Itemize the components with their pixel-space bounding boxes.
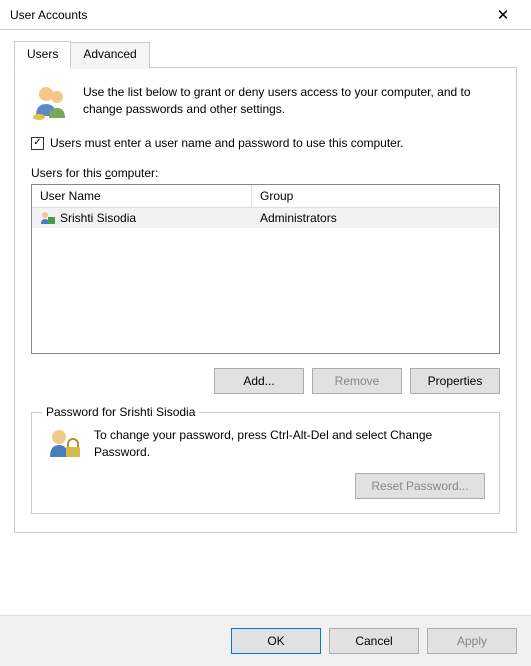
intro-text: Use the list below to grant or deny user… — [83, 82, 500, 122]
users-icon — [31, 82, 71, 122]
intro-row: Use the list below to grant or deny user… — [31, 82, 500, 122]
password-text: To change your password, press Ctrl-Alt-… — [94, 427, 485, 461]
ok-button[interactable]: OK — [231, 628, 321, 654]
tab-panel-users: Use the list below to grant or deny user… — [14, 68, 517, 533]
tab-users[interactable]: Users — [14, 41, 71, 68]
properties-button[interactable]: Properties — [410, 368, 500, 394]
reset-password-button[interactable]: Reset Password... — [355, 473, 485, 499]
listview-header: User Name Group — [32, 185, 499, 208]
password-row: To change your password, press Ctrl-Alt-… — [46, 427, 485, 463]
user-buttons-row: Add... Remove Properties — [31, 368, 500, 394]
apply-button[interactable]: Apply — [427, 628, 517, 654]
password-groupbox: Password for Srishti Sisodia To change y… — [31, 412, 500, 514]
window-title: User Accounts — [10, 8, 483, 22]
title-bar: User Accounts ✕ — [0, 0, 531, 30]
password-button-row: Reset Password... — [46, 473, 485, 499]
tab-strip: Users Advanced — [14, 40, 517, 68]
column-username[interactable]: User Name — [32, 185, 252, 207]
require-password-checkbox[interactable]: ✓ Users must enter a user name and passw… — [31, 136, 500, 150]
close-icon: ✕ — [497, 6, 510, 24]
key-icon — [46, 427, 82, 463]
table-row[interactable]: Srishti Sisodia Administrators — [32, 208, 499, 228]
checkbox-label: Users must enter a user name and passwor… — [50, 136, 404, 150]
password-legend: Password for Srishti Sisodia — [42, 405, 199, 419]
cell-username-text: Srishti Sisodia — [60, 211, 136, 225]
remove-button[interactable]: Remove — [312, 368, 402, 394]
add-button[interactable]: Add... — [214, 368, 304, 394]
close-button[interactable]: ✕ — [483, 1, 523, 29]
user-row-icon — [40, 211, 56, 225]
users-list-label: Users for this computer: — [31, 166, 500, 180]
cell-group: Administrators — [252, 208, 499, 228]
column-group[interactable]: Group — [252, 185, 499, 207]
check-icon: ✓ — [33, 138, 41, 148]
dialog-content: Users Advanced Use the list below to gra… — [0, 30, 531, 533]
tab-advanced[interactable]: Advanced — [70, 42, 149, 69]
dialog-button-bar: OK Cancel Apply — [0, 615, 531, 666]
cancel-button[interactable]: Cancel — [329, 628, 419, 654]
checkbox-box: ✓ — [31, 137, 44, 150]
users-listview[interactable]: User Name Group Srishti Sisodia Administ… — [31, 184, 500, 354]
cell-username: Srishti Sisodia — [32, 208, 252, 228]
